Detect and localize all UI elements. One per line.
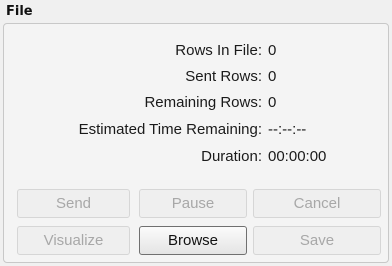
file-panel: File Rows In File: 0 Sent Rows: 0 Remain…	[0, 0, 392, 266]
duration-value: 00:00:00	[268, 148, 327, 165]
panel-title: File	[6, 4, 33, 19]
rows-in-file-row: Rows In File: 0	[4, 40, 390, 62]
duration-label: Duration:	[201, 148, 262, 165]
sent-rows-value: 0	[268, 68, 277, 85]
browse-button[interactable]: Browse	[139, 226, 247, 255]
rows-in-file-value: 0	[268, 42, 277, 59]
remaining-rows-row: Remaining Rows: 0	[4, 92, 390, 114]
estimated-time-label: Estimated Time Remaining:	[78, 121, 262, 138]
sent-rows-row: Sent Rows: 0	[4, 66, 390, 88]
remaining-rows-label: Remaining Rows:	[144, 94, 262, 111]
estimated-time-row: Estimated Time Remaining: --:--:--	[4, 119, 390, 141]
rows-in-file-label: Rows In File:	[175, 42, 262, 59]
cancel-button[interactable]: Cancel	[253, 189, 381, 218]
send-button[interactable]: Send	[17, 189, 130, 218]
remaining-rows-value: 0	[268, 94, 277, 111]
save-button[interactable]: Save	[253, 226, 381, 255]
pause-button[interactable]: Pause	[139, 189, 247, 218]
duration-row: Duration: 00:00:00	[4, 146, 390, 168]
file-stats-group: Rows In File: 0 Sent Rows: 0 Remaining R…	[3, 23, 389, 263]
estimated-time-value: --:--:--	[268, 121, 307, 138]
visualize-button[interactable]: Visualize	[17, 226, 130, 255]
sent-rows-label: Sent Rows:	[185, 68, 262, 85]
